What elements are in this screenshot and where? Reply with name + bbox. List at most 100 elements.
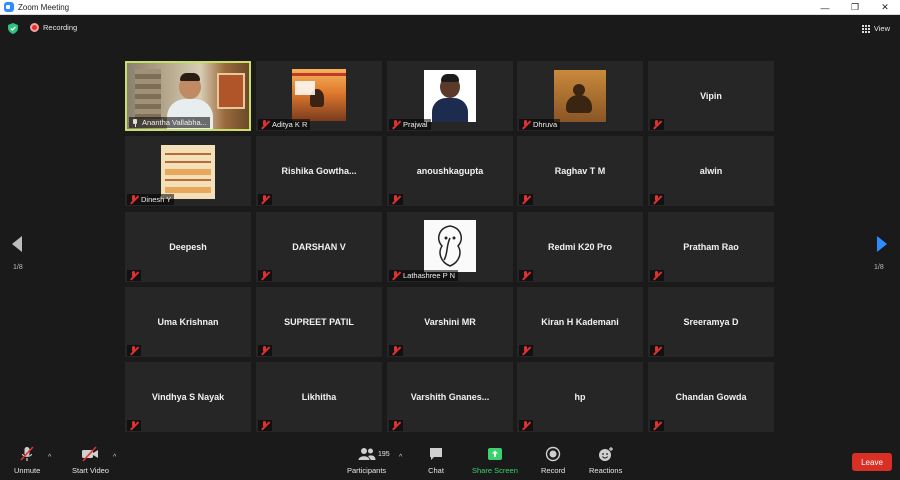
audio-options-caret-icon[interactable]: ^	[48, 454, 51, 461]
participant-tile[interactable]: Dinesh Y	[125, 136, 251, 206]
participant-tile[interactable]: Redmi K20 Pro	[517, 212, 643, 282]
participant-label-name: Dinesh Y	[141, 195, 172, 204]
participant-tile[interactable]: Likhitha	[256, 362, 382, 432]
participant-tile[interactable]: Pratham Rao	[648, 212, 774, 282]
close-icon[interactable]: ✕	[870, 0, 900, 15]
encryption-shield-icon[interactable]	[8, 23, 18, 34]
muted-mic-icon	[129, 346, 138, 355]
participant-name: hp	[574, 392, 586, 402]
muted-mic-icon	[260, 120, 269, 129]
participant-tile[interactable]: Aditya K R	[256, 61, 382, 131]
start-video-button[interactable]: Start Video	[72, 446, 109, 475]
muted-mic-icon	[521, 421, 530, 430]
participant-name: DARSHAN V	[292, 242, 346, 252]
participant-status-label	[389, 345, 403, 356]
participant-label-name: Dhruva	[533, 120, 558, 129]
participant-status-label	[389, 194, 403, 205]
participant-name: Sreeramya D	[683, 317, 739, 327]
participant-tile[interactable]: Lathashree P N	[387, 212, 513, 282]
participant-status-label	[650, 420, 664, 431]
participant-status-label	[519, 345, 533, 356]
page-indicator-left: 1/8	[13, 264, 23, 271]
video-off-icon	[82, 446, 99, 462]
participant-tile[interactable]: Chandan Gowda	[648, 362, 774, 432]
participant-name: SUPREET PATIL	[284, 317, 354, 327]
participant-tile[interactable]: Varshini MR	[387, 287, 513, 357]
muted-mic-icon	[652, 271, 661, 280]
participant-name: Rishika Gowtha...	[281, 166, 357, 176]
view-button[interactable]: View	[861, 24, 890, 33]
participant-tile[interactable]: SUPREET PATIL	[256, 287, 382, 357]
participant-tile[interactable]: DARSHAN V	[256, 212, 382, 282]
participant-tile[interactable]: Vindhya S Nayak	[125, 362, 251, 432]
muted-mic-icon	[391, 421, 400, 430]
muted-mic-icon	[521, 271, 530, 280]
participant-status-label: Anantha Vallabha...	[129, 117, 210, 128]
start-video-label: Start Video	[72, 466, 109, 475]
video-options-caret-icon[interactable]: ^	[113, 454, 116, 461]
grid-view-icon	[861, 24, 870, 33]
participant-status-label	[650, 119, 664, 130]
participant-name: Varshini MR	[424, 317, 476, 327]
reactions-button[interactable]: Reactions	[589, 446, 622, 475]
record-button[interactable]: Record	[541, 446, 565, 475]
participant-name: Raghav T M	[554, 166, 606, 176]
participant-tile[interactable]: Dhruva	[517, 61, 643, 131]
shared-poster-thumbnail	[161, 145, 215, 199]
next-page-arrow-icon[interactable]	[877, 236, 887, 252]
participant-name: alwin	[699, 166, 723, 176]
participant-tile[interactable]: hp	[517, 362, 643, 432]
muted-mic-icon	[260, 421, 269, 430]
muted-mic-icon	[521, 346, 530, 355]
participant-status-label	[389, 420, 403, 431]
pin-icon	[131, 118, 139, 127]
minimize-icon[interactable]: —	[810, 0, 840, 15]
participant-tile[interactable]: Uma Krishnan	[125, 287, 251, 357]
reactions-label: Reactions	[589, 466, 623, 475]
profile-photo-thumbnail	[554, 70, 606, 122]
participant-tile[interactable]: Sreeramya D	[648, 287, 774, 357]
participants-label: Participants	[347, 466, 387, 475]
shared-photo-thumbnail	[292, 69, 346, 121]
share-screen-button[interactable]: Share Screen	[472, 446, 518, 475]
muted-mic-icon	[391, 195, 400, 204]
participant-tile[interactable]: Prajwal	[387, 61, 513, 131]
unmute-button[interactable]: Unmute	[14, 446, 40, 475]
participants-options-caret-icon[interactable]: ^	[399, 454, 402, 461]
view-label: View	[873, 24, 890, 33]
participant-tile[interactable]: Vipin	[648, 61, 774, 131]
leave-button[interactable]: Leave	[852, 453, 892, 471]
participant-tile[interactable]: Deepesh	[125, 212, 251, 282]
recording-label: Recording	[43, 23, 78, 32]
participant-name: anoushkagupta	[416, 166, 484, 176]
meeting-topbar: Recording View	[0, 16, 900, 40]
participant-tile[interactable]: Rishika Gowtha...	[256, 136, 382, 206]
participant-status-label: Lathashree P N	[389, 270, 458, 281]
muted-mic-icon	[521, 120, 530, 129]
muted-mic-icon	[260, 271, 269, 280]
window-titlebar: Zoom Meeting — ❐ ✕	[0, 0, 900, 15]
participant-tile[interactable]: Varshith Gnanes...	[387, 362, 513, 432]
participant-name: Pratham Rao	[683, 242, 739, 252]
previous-page-arrow-icon[interactable]	[12, 236, 22, 252]
muted-mic-icon	[652, 346, 661, 355]
participants-icon	[358, 448, 376, 460]
page-indicator-right: 1/8	[874, 264, 884, 271]
muted-mic-icon	[129, 271, 138, 280]
participant-tile[interactable]: anoushkagupta	[387, 136, 513, 206]
muted-mic-icon	[260, 195, 269, 204]
participant-name: Likhitha	[301, 392, 337, 402]
participant-tile[interactable]: alwin	[648, 136, 774, 206]
recording-indicator[interactable]: Recording	[30, 23, 77, 32]
recording-dot-icon	[30, 23, 39, 32]
muted-mic-icon	[652, 421, 661, 430]
meeting-toolbar: Unmute ^ Start Video ^ Participants ^ Ch…	[0, 440, 900, 480]
participant-status-label	[258, 194, 272, 205]
participant-name: Chandan Gowda	[675, 392, 747, 402]
zoom-app-icon	[4, 2, 14, 12]
participant-tile[interactable]: Anantha Vallabha...	[125, 61, 251, 131]
chat-button[interactable]: Chat	[428, 446, 444, 475]
participant-tile[interactable]: Kiran H Kademani	[517, 287, 643, 357]
participant-tile[interactable]: Raghav T M	[517, 136, 643, 206]
restore-icon[interactable]: ❐	[840, 0, 870, 15]
